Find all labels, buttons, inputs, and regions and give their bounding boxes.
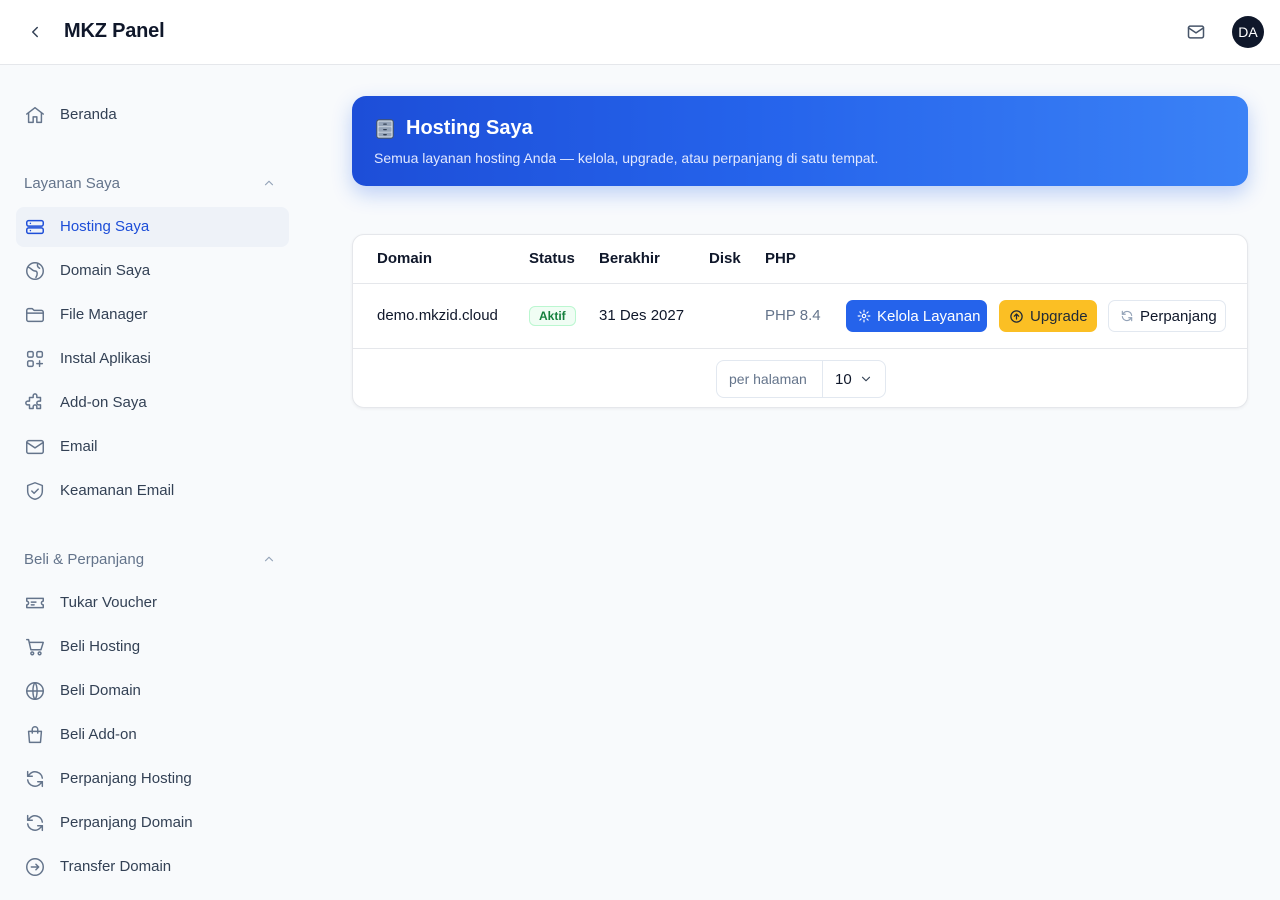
- column-header-status: Status: [529, 250, 575, 267]
- cell-expires: 31 Des 2027: [599, 307, 685, 324]
- section-label: Layanan Saya: [24, 175, 120, 192]
- button-label: Kelola Layanan: [877, 307, 981, 325]
- sidebar-item-file-manager[interactable]: File Manager: [16, 295, 289, 335]
- refresh-icon: [1121, 310, 1133, 322]
- sidebar-item-buy-addon[interactable]: Beli Add-on: [16, 715, 289, 755]
- sidebar-item-label: Perpanjang Domain: [60, 814, 193, 831]
- refresh-icon: [26, 770, 44, 788]
- sidebar-item-label: Perpanjang Hosting: [60, 770, 192, 787]
- mail-icon: [26, 439, 44, 455]
- pager-divider: [822, 361, 823, 397]
- section-buy-toggle[interactable]: Beli & Perpanjang: [24, 549, 284, 571]
- column-header-php: PHP: [765, 250, 796, 267]
- globe-icon: [26, 262, 44, 280]
- user-avatar[interactable]: DA: [1232, 16, 1264, 48]
- arrow-up-circle-icon: [1010, 309, 1023, 323]
- sidebar-item-label: Beli Domain: [60, 682, 141, 699]
- sidebar-item-label: Add-on Saya: [60, 394, 147, 411]
- sidebar-item-label: Domain Saya: [60, 262, 151, 279]
- row-divider: [353, 348, 1247, 349]
- column-header-expires: Berakhir: [599, 250, 660, 267]
- renew-button[interactable]: Perpanjang: [1108, 300, 1226, 332]
- globe-icon: [26, 682, 44, 700]
- sidebar-item-label: Tukar Voucher: [60, 594, 157, 611]
- arrow-circle-icon: [26, 858, 44, 876]
- chevron-down-icon: [861, 376, 871, 382]
- upgrade-button[interactable]: Upgrade: [999, 300, 1097, 332]
- section-services-toggle[interactable]: Layanan Saya: [24, 173, 284, 195]
- chevron-left-icon: [32, 26, 38, 38]
- chevron-up-icon: [264, 180, 274, 186]
- home-icon: [26, 106, 44, 124]
- button-label: Upgrade: [1030, 307, 1088, 325]
- file-cabinet-icon: [376, 119, 394, 139]
- sidebar-item-addons[interactable]: Add-on Saya: [16, 383, 289, 423]
- sidebar-item-label: Hosting Saya: [60, 218, 150, 235]
- sidebar-item-buy-hosting[interactable]: Beli Hosting: [16, 627, 289, 667]
- bag-icon: [27, 726, 43, 744]
- per-page-select[interactable]: per halaman 10: [716, 360, 886, 398]
- per-page-label: per halaman: [729, 371, 807, 387]
- apps-icon: [26, 350, 44, 368]
- back-button[interactable]: [22, 19, 48, 45]
- sidebar-item-label: Beli Add-on: [60, 726, 137, 743]
- sidebar-item-label: Beli Hosting: [60, 638, 141, 655]
- sidebar-item-renew-hosting[interactable]: Perpanjang Hosting: [16, 759, 289, 799]
- page-subtitle: Semua layanan hosting Anda — kelola, upg…: [374, 150, 879, 166]
- button-label: Perpanjang: [1140, 307, 1217, 325]
- sidebar-item-email[interactable]: Email: [16, 427, 289, 467]
- sidebar-item-install-apps[interactable]: Instal Aplikasi: [16, 339, 289, 379]
- gear-icon: [857, 309, 871, 323]
- section-label: Beli & Perpanjang: [24, 551, 145, 568]
- sidebar-item-label: File Manager: [60, 306, 148, 323]
- sidebar-item-label: Email: [60, 438, 98, 455]
- puzzle-icon: [25, 393, 42, 410]
- sidebar-item-label: Beranda: [60, 106, 117, 123]
- cart-icon: [26, 638, 44, 656]
- status-badge: Aktif: [529, 306, 576, 326]
- refresh-icon: [26, 814, 44, 832]
- sidebar-item-transfer-domain[interactable]: Transfer Domain: [16, 847, 289, 887]
- chevron-up-icon: [264, 556, 274, 562]
- sidebar-item-hosting[interactable]: Hosting Saya: [16, 207, 289, 247]
- mail-icon: [1187, 25, 1205, 39]
- top-bar: MKZ Panel DA: [0, 0, 1280, 65]
- sidebar-item-voucher[interactable]: Tukar Voucher: [16, 583, 289, 623]
- sidebar-item-domain[interactable]: Domain Saya: [16, 251, 289, 291]
- cell-php: PHP 8.4: [765, 307, 821, 324]
- server-icon: [26, 219, 44, 235]
- header-divider: [353, 283, 1247, 284]
- shield-icon: [26, 482, 44, 500]
- sidebar-item-label: Transfer Domain: [60, 858, 172, 875]
- column-header-domain: Domain: [377, 250, 433, 267]
- manage-service-button[interactable]: Kelola Layanan: [846, 300, 987, 332]
- ticket-icon: [26, 597, 44, 609]
- sidebar-item-email-security[interactable]: Keamanan Email: [16, 471, 289, 511]
- sidebar: Beranda Layanan Saya Hosting Saya Domain…: [0, 65, 305, 900]
- app-title: MKZ Panel: [64, 20, 165, 42]
- cell-domain: demo.mkzid.cloud: [377, 307, 498, 324]
- column-header-disk: Disk: [709, 250, 741, 267]
- sidebar-item-buy-domain[interactable]: Beli Domain: [16, 671, 289, 711]
- sidebar-item-label: Instal Aplikasi: [60, 350, 151, 367]
- hosting-table: Domain Status Berakhir Disk PHP demo.mkz…: [352, 234, 1248, 408]
- sidebar-item-label: Keamanan Email: [60, 482, 175, 499]
- per-page-value: 10: [835, 371, 852, 388]
- sidebar-item-renew-domain[interactable]: Perpanjang Domain: [16, 803, 289, 843]
- folder-icon: [26, 307, 44, 323]
- messages-button[interactable]: [1184, 20, 1208, 44]
- page-hero: Hosting Saya Semua layanan hosting Anda …: [352, 96, 1248, 186]
- sidebar-item-home[interactable]: Beranda: [16, 95, 289, 135]
- page-title: Hosting Saya: [406, 117, 533, 139]
